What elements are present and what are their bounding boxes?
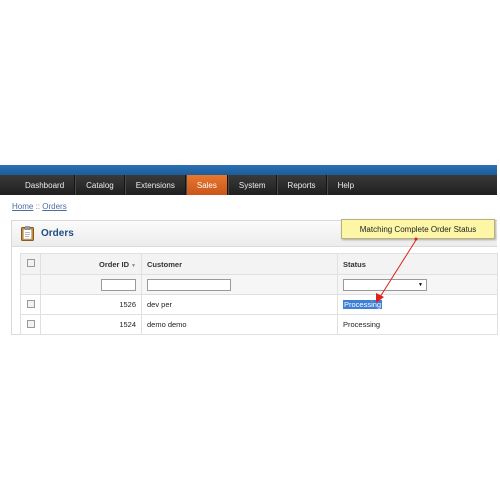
menu-item-catalog[interactable]: Catalog [75,175,125,195]
menu-item-extensions[interactable]: Extensions [124,175,186,195]
row-checkbox[interactable] [26,319,35,328]
filter-row: ▼ [20,274,498,295]
filter-cell-customer [141,274,338,295]
chevron-down-icon: ▼ [418,281,423,288]
status-filter-select[interactable]: ▼ [343,278,427,291]
filter-cell-order-id [40,274,142,295]
order-id-filter-input[interactable] [101,278,136,291]
customer-cell: dev per [141,294,338,315]
header-strip [0,165,497,175]
breadcrumb-orders-link[interactable]: Orders [42,202,66,211]
order-id-cell: 1526 [40,294,142,315]
breadcrumb-home-link[interactable]: Home [12,202,33,211]
sort-desc-icon[interactable]: ▼ [131,263,136,269]
customer-cell: demo demo [141,314,338,335]
main-menu: Dashboard Catalog Extensions Sales Syste… [0,175,497,195]
column-label-status: Status [343,259,366,269]
order-id-cell: 1524 [40,314,142,335]
menu-item-system[interactable]: System [227,175,277,195]
status-cell: Processing [337,294,498,315]
row-checkbox[interactable] [26,299,35,308]
status-cell: Processing [337,314,498,335]
filter-cell-empty [20,274,41,295]
table-row[interactable]: 1526 dev per Processing [20,294,498,315]
menu-item-reports[interactable]: Reports [276,175,327,195]
select-all-checkbox[interactable] [26,259,35,267]
menu-item-dashboard[interactable]: Dashboard [15,175,76,195]
column-header-order-id[interactable]: Order ID ▼ [40,253,142,275]
annotation-tooltip: Matching Complete Order Status [341,219,495,239]
column-header-status[interactable]: Status [337,253,498,275]
column-label-customer: Customer [147,259,183,269]
row-checkbox-cell [20,314,41,335]
customer-filter-input[interactable] [147,278,231,291]
clipboard-icon [21,226,34,241]
select-all-cell [20,253,41,275]
annotation-tooltip-text: Matching Complete Order Status [359,224,477,234]
column-header-customer[interactable]: Customer [141,253,338,275]
filter-cell-status: ▼ [337,274,498,295]
table-header-row: Order ID ▼ Customer Status [20,253,498,275]
breadcrumb-separator: :: [35,202,41,211]
menu-item-help[interactable]: Help [326,175,364,195]
table-row[interactable]: 1524 demo demo Processing [20,314,498,335]
column-label-order-id: Order ID [99,259,130,269]
breadcrumb: Home :: Orders [12,202,67,211]
menu-item-sales[interactable]: Sales [185,175,228,195]
orders-table: Order ID ▼ Customer Status ▼ 1526 dev per… [20,253,498,335]
status-text-highlighted: Processing [343,300,383,309]
row-checkbox-cell [20,294,41,315]
page-title: Orders [41,228,74,239]
